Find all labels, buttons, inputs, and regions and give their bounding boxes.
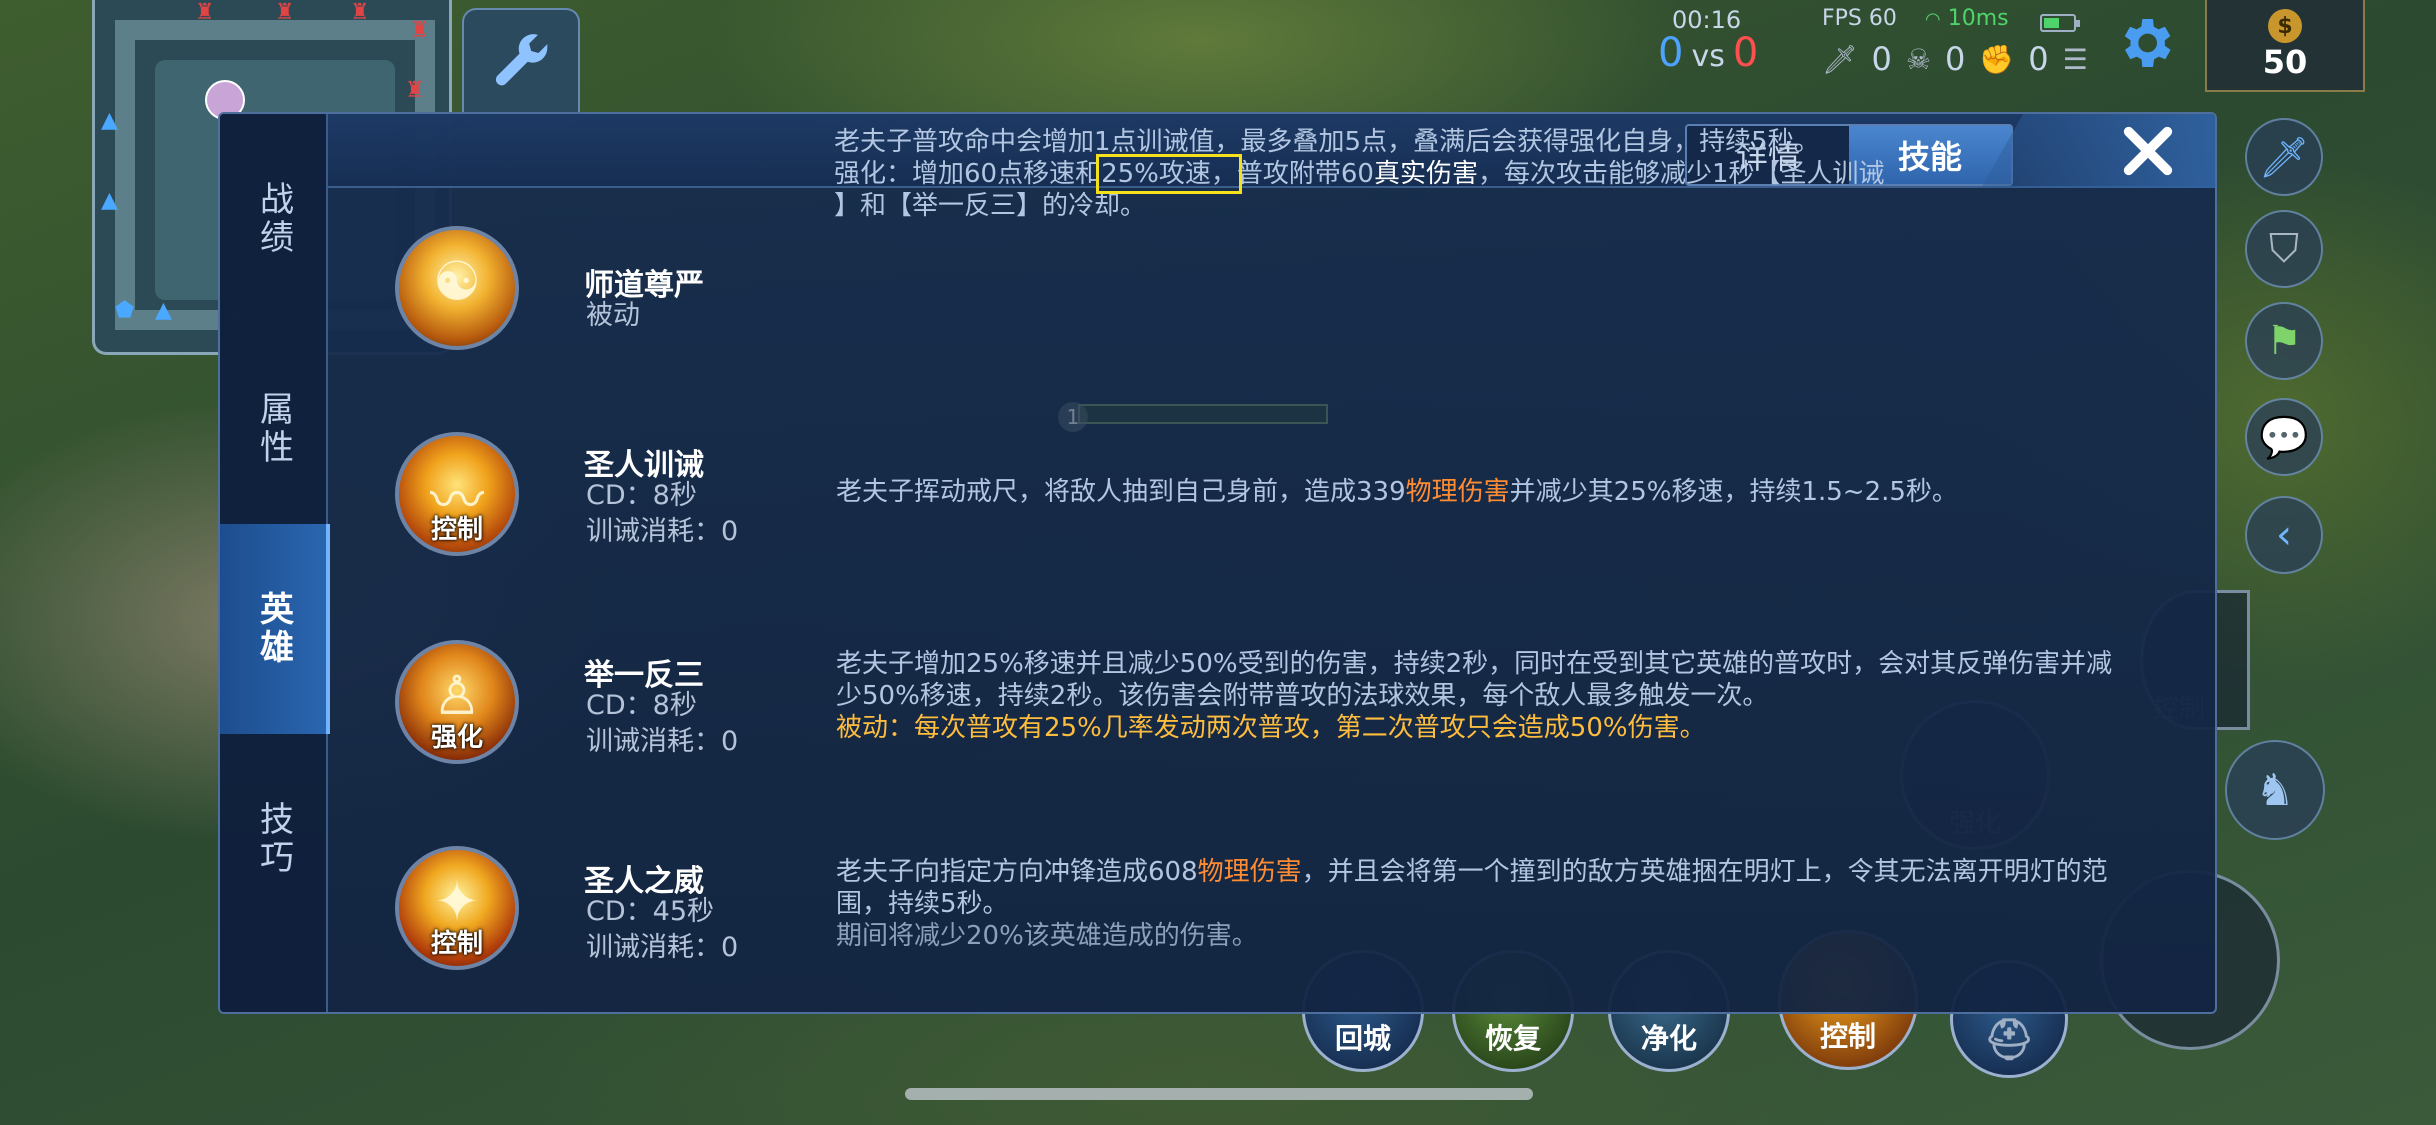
skill-description: 老夫子向指定方向冲锋造成608物理伤害，并且会将第一个撞到的敌方英雄捆在明灯上，… bbox=[836, 856, 2196, 952]
skill-description-passive: 老夫子普攻命中会增加1点训诫值，最多叠加5点，叠满后会获得强化自身，持续5秒。 … bbox=[834, 126, 2194, 222]
desc-text: ，并且会将第一个撞到的敌方英雄捆在明灯上，令其无法离开明灯的范 bbox=[1301, 857, 2108, 887]
ping-readout: ◠ 10ms bbox=[1925, 6, 2009, 31]
equipment-button[interactable]: ♞ bbox=[2225, 740, 2325, 840]
wifi-icon: ◠ bbox=[1925, 9, 1941, 30]
assists-count: 0 bbox=[2028, 40, 2049, 78]
skill-row-2: ♙ 强化 举一反三 CD：8秒 训诫消耗：0 老夫子增加25%移速并且减少50%… bbox=[328, 640, 2215, 790]
skill-one-label: 控制 bbox=[1819, 1020, 1876, 1053]
wrench-icon bbox=[495, 34, 548, 86]
battery-icon bbox=[2040, 14, 2080, 32]
tab-hero[interactable]: 英雄 bbox=[220, 524, 330, 734]
sword-icon: 🗡 bbox=[2258, 134, 2310, 181]
settings-wrench-button[interactable] bbox=[462, 8, 580, 126]
gear-button[interactable] bbox=[2108, 6, 2182, 80]
tab-tips[interactable]: 技巧 bbox=[220, 734, 328, 944]
helmet-icon: ♞ bbox=[2255, 764, 2295, 816]
skull-icon: ☠ bbox=[1905, 42, 1932, 76]
highlight-attack-speed: 25%攻速， bbox=[1096, 154, 1242, 194]
gold-value: 50 bbox=[2262, 43, 2308, 81]
hero-level-bar bbox=[1078, 404, 1328, 424]
desc-text: ，每次攻击能够减少1秒【圣人训诫 bbox=[1478, 159, 1885, 189]
home-indicator[interactable] bbox=[905, 1088, 1533, 1100]
desc-line: 老夫子增加25%移速并且减少50%受到的伤害，持续2秒，同时在受到其它英雄的普攻… bbox=[836, 649, 2113, 679]
desc-line: 围，持续5秒。 bbox=[836, 889, 1009, 919]
skill-row-3: ✦ 控制 圣人之威 CD：45秒 训诫消耗：0 老夫子向指定方向冲锋造成608物… bbox=[328, 846, 2215, 996]
gold-counter[interactable]: $ 50 bbox=[2205, 0, 2365, 92]
desc-line: 】和【举一反三】的冷却。 bbox=[834, 191, 1147, 221]
money-bag-icon: $ bbox=[2268, 9, 2302, 43]
team-score: 0 vs 0 bbox=[1658, 30, 1758, 76]
desc-text: 普攻附带60 bbox=[1236, 159, 1374, 189]
heal-label: 恢复 bbox=[1484, 1022, 1541, 1055]
skill-icon-1[interactable]: 〰 控制 bbox=[395, 432, 519, 556]
desc-text: 老夫子向指定方向冲锋造成608 bbox=[836, 857, 1198, 887]
skill-cost: 训诫消耗：0 bbox=[586, 516, 739, 547]
skill-cooldown: CD：8秒 bbox=[586, 480, 697, 511]
skill-icon-passive[interactable]: ☯ bbox=[395, 226, 519, 350]
skill-description: 老夫子挥动戒尺，将敌人抽到自己身前，造成339物理伤害并减少其25%移速，持续1… bbox=[836, 476, 2196, 508]
blue-score: 0 bbox=[1658, 30, 1684, 76]
skill-tag: 控制 bbox=[430, 515, 483, 545]
desc-text: 老夫子挥动戒尺，将敌人抽到自己身前，造成339 bbox=[836, 477, 1406, 507]
attack-signal-button[interactable]: 🗡 bbox=[2245, 118, 2323, 196]
hero-skill-panel: 战绩 属性 英雄 技巧 详情 技能 ☯ 师道尊严 被动 老夫子普攻命中会增加1点… bbox=[218, 112, 2217, 1014]
desc-note-line: 期间将减少20%该英雄造成的伤害。 bbox=[836, 921, 1258, 951]
score-vs: vs bbox=[1691, 39, 1725, 74]
chevron-left-icon: ‹ bbox=[2276, 512, 2292, 558]
kills-count: 0 bbox=[1871, 40, 1892, 78]
shield-icon: ⛉ bbox=[2269, 226, 2299, 272]
sage-portrait-icon: ☯ bbox=[432, 250, 482, 313]
kda-stats[interactable]: 🗡 0 ☠ 0 ✊ 0 ☰ bbox=[1822, 40, 2088, 78]
deaths-count: 0 bbox=[1945, 40, 1966, 78]
skill-description: 老夫子增加25%移速并且减少50%受到的伤害，持续2秒，同时在受到其它英雄的普攻… bbox=[836, 648, 2196, 744]
fist-icon: ✊ bbox=[1979, 42, 2015, 76]
list-icon: ☰ bbox=[2062, 42, 2088, 76]
desc-line: 老夫子向指定方向冲锋造成608物理伤害，并且会将第一个撞到的敌方英雄捆在明灯上，… bbox=[836, 856, 2196, 888]
skill-cooldown: CD：45秒 bbox=[586, 896, 714, 927]
flag-icon: ⚑ bbox=[2266, 318, 2302, 364]
physical-damage-keyword: 物理伤害 bbox=[1197, 857, 1302, 887]
skill-icon-2[interactable]: ♙ 强化 bbox=[395, 640, 519, 764]
skill-cost: 训诫消耗：0 bbox=[586, 726, 739, 757]
panel-side-tabs: 战绩 属性 英雄 技巧 bbox=[220, 114, 330, 1012]
sword-icon: 🗡 bbox=[1822, 42, 1858, 76]
recall-label: 回城 bbox=[1334, 1022, 1391, 1055]
ping-value: 10ms bbox=[1947, 6, 2009, 31]
gather-signal-button[interactable]: ⚑ bbox=[2245, 302, 2323, 380]
collapse-panel-button[interactable]: ‹ bbox=[2245, 496, 2323, 574]
skill-row-passive: ☯ 师道尊严 被动 老夫子普攻命中会增加1点训诫值，最多叠加5点，叠满后会获得强… bbox=[328, 127, 2215, 386]
gear-icon bbox=[2124, 19, 2171, 67]
red-score: 0 bbox=[1732, 30, 1759, 76]
desc-passive-line: 被动：每次普攻有25%几率发动两次普攻，第二次普攻只会造成50%伤害。 bbox=[836, 713, 1706, 743]
physical-damage-keyword: 物理伤害 bbox=[1405, 477, 1510, 507]
skill-tag: 强化 bbox=[430, 723, 483, 753]
skill-cooldown: CD：8秒 bbox=[586, 690, 697, 721]
chat-bubble-icon: 💬 bbox=[2259, 414, 2309, 461]
skill-tag: 控制 bbox=[430, 929, 483, 959]
purify-label: 净化 bbox=[1640, 1022, 1697, 1055]
desc-line: 少50%移速，持续2秒。该伤害会附带普攻的法球效果，每个敌人最多触发一次。 bbox=[836, 681, 1769, 711]
tab-battle-record[interactable]: 战绩 bbox=[220, 114, 328, 324]
defend-signal-button[interactable]: ⛉ bbox=[2245, 210, 2323, 288]
skill-cost: 训诫消耗：0 bbox=[586, 932, 739, 963]
desc-text: 并减少其25%移速，持续1.5~2.5秒。 bbox=[1509, 477, 1958, 507]
skill-row-1: 〰 控制 圣人训诫 CD：8秒 训诫消耗：0 老夫子挥动戒尺，将敌人抽到自己身前… bbox=[328, 432, 2215, 572]
desc-text: 强化：增加60点移速和 bbox=[834, 159, 1102, 189]
hero-level-badge: 1 bbox=[1058, 402, 1088, 432]
true-damage-keyword: 真实伤害 bbox=[1373, 159, 1478, 189]
tab-attributes[interactable]: 属性 bbox=[220, 324, 328, 534]
helmet-icon: ⛑ bbox=[1983, 1017, 2035, 1063]
skill-icon-3[interactable]: ✦ 控制 bbox=[395, 846, 519, 970]
chat-button[interactable]: 💬 bbox=[2245, 398, 2323, 476]
desc-line: 老夫子普攻命中会增加1点训诫值，最多叠加5点，叠满后会获得强化自身，持续5秒。 bbox=[834, 127, 1820, 157]
fps-readout: FPS 60 bbox=[1822, 6, 1897, 31]
desc-line: 强化：增加60点移速和25%攻速，普攻附带60真实伤害，每次攻击能够减少1秒【圣… bbox=[834, 154, 2194, 194]
skill-type: 被动 bbox=[586, 300, 640, 331]
